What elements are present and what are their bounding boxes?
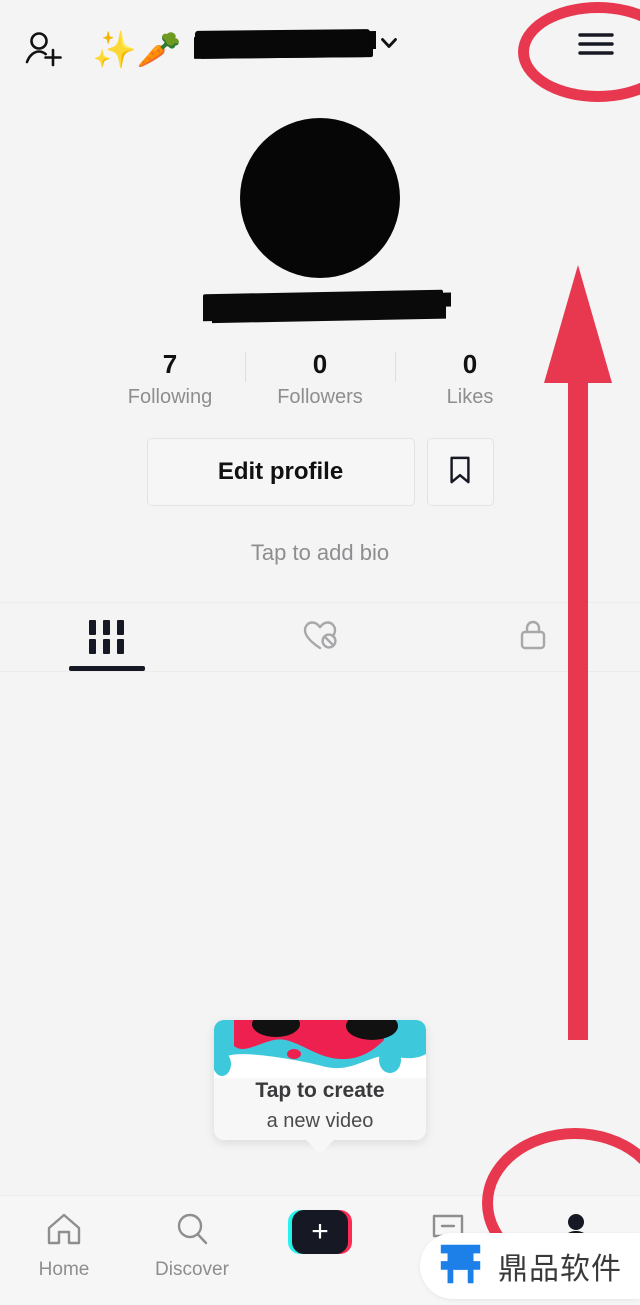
bookmark-button[interactable] bbox=[426, 438, 494, 506]
sparkle-carrot-emoji-icon[interactable]: ✨🥕 bbox=[92, 28, 182, 72]
stat-followers[interactable]: 0 Followers bbox=[245, 348, 395, 412]
add-person-icon[interactable] bbox=[22, 28, 66, 72]
tooltip-text: Tap to create a new video bbox=[214, 1076, 426, 1136]
stat-label: Following bbox=[127, 386, 213, 408]
username-selector[interactable] bbox=[195, 29, 400, 57]
username-redacted bbox=[195, 29, 370, 57]
avatar[interactable] bbox=[240, 118, 400, 278]
create-video-tooltip[interactable]: Tap to create a new video bbox=[214, 1020, 426, 1154]
tab-videos[interactable] bbox=[0, 603, 213, 671]
create-button[interactable]: + bbox=[288, 1210, 352, 1254]
tooltip-line-2: a new video bbox=[266, 1110, 374, 1132]
tab-liked[interactable] bbox=[213, 603, 426, 671]
nav-item-create[interactable]: + bbox=[256, 1210, 384, 1254]
tooltip-line-1: Tap to create bbox=[255, 1079, 385, 1102]
nav-item-home[interactable]: Home bbox=[0, 1210, 128, 1281]
heart-slash-icon bbox=[300, 617, 340, 658]
stat-value: 0 bbox=[462, 349, 478, 379]
tiktok-profile-screen: ✨🥕 7 Following 0 Followers 0 Likes Edit … bbox=[0, 0, 640, 1305]
profile-handle-redacted bbox=[203, 289, 443, 321]
watermark-text: 鼎品软件 bbox=[498, 1252, 622, 1287]
watermark: 鼎品软件 bbox=[420, 1233, 640, 1299]
edit-profile-button[interactable]: Edit profile bbox=[146, 438, 415, 506]
stat-label: Likes bbox=[446, 386, 494, 408]
home-icon bbox=[44, 1210, 84, 1253]
grid-icon bbox=[89, 620, 125, 654]
stat-label: Followers bbox=[277, 386, 363, 408]
stat-value: 7 bbox=[162, 349, 178, 379]
search-icon bbox=[172, 1210, 212, 1253]
tooltip-pointer bbox=[305, 1139, 335, 1154]
top-bar-left-icons: ✨🥕 bbox=[22, 28, 182, 72]
chevron-down-icon[interactable] bbox=[378, 32, 400, 54]
watermark-logo-icon bbox=[436, 1239, 486, 1294]
stat-value: 0 bbox=[312, 349, 328, 379]
plus-icon: + bbox=[292, 1210, 348, 1254]
tooltip-artwork bbox=[214, 1020, 426, 1078]
annotation-arrow-up bbox=[540, 265, 616, 1040]
nav-label: Home bbox=[38, 1259, 90, 1280]
stat-likes[interactable]: 0 Likes bbox=[395, 348, 545, 412]
nav-label: Discover bbox=[155, 1259, 229, 1280]
bookmark-icon bbox=[446, 455, 474, 490]
active-tab-indicator bbox=[68, 666, 145, 671]
stat-following[interactable]: 7 Following bbox=[95, 348, 245, 412]
nav-item-discover[interactable]: Discover bbox=[128, 1210, 256, 1281]
